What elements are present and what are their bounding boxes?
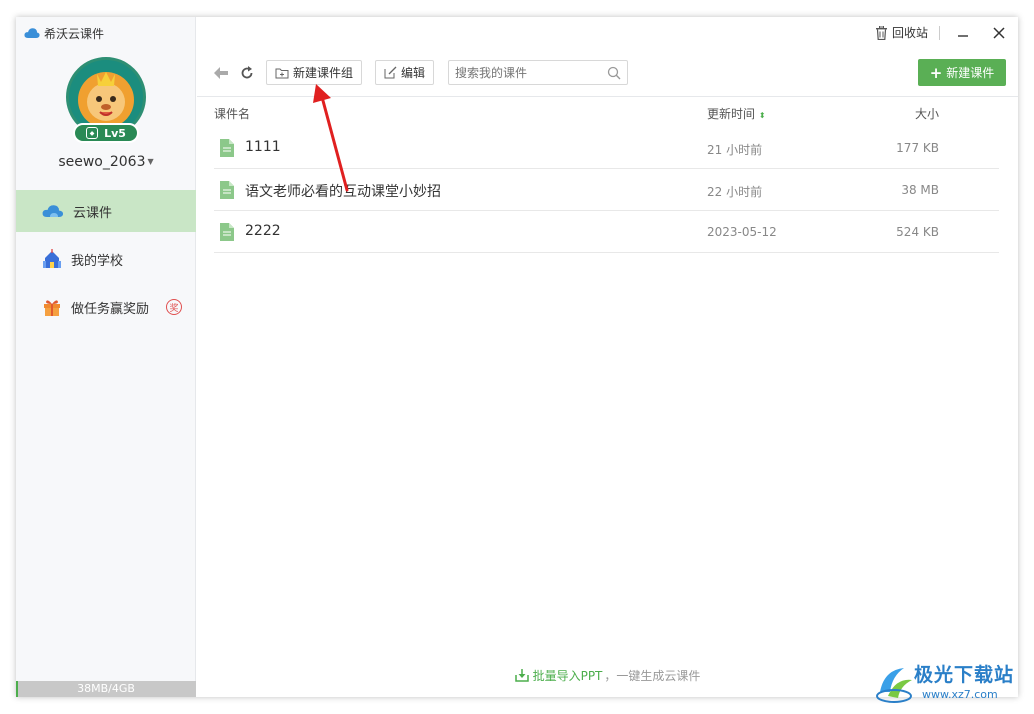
title-bar: 回收站 — [197, 17, 1018, 49]
row-size: 524 KB — [896, 225, 939, 239]
edit-button[interactable]: 编辑 — [375, 60, 435, 85]
sort-icon: ⬍ — [758, 111, 766, 120]
column-header-time-label: 更新时间 — [707, 107, 756, 121]
back-button[interactable] — [212, 64, 230, 82]
batch-import-ppt-link[interactable]: 批量导入PPT — [533, 667, 603, 684]
title-separator — [939, 26, 940, 40]
close-button[interactable] — [988, 22, 1010, 44]
new-courseware-button[interactable]: + 新建课件 — [918, 59, 1006, 86]
search-box — [448, 60, 628, 85]
column-header-name[interactable]: 课件名 — [214, 105, 250, 122]
caret-down-icon: ▼ — [147, 157, 154, 166]
watermark-url: www.xz7.com — [922, 688, 998, 701]
arrow-left-icon — [214, 67, 228, 79]
plus-icon: + — [929, 63, 943, 82]
file-icon — [220, 223, 234, 241]
app-title-text: 希沃云课件 — [44, 26, 105, 41]
recycle-bin-label: 回收站 — [891, 26, 928, 40]
edit-icon — [384, 66, 397, 79]
row-name: 语文老师必看的互动课堂小妙招 — [245, 184, 441, 200]
minimize-icon — [958, 35, 968, 37]
row-size: 38 MB — [901, 183, 939, 197]
sidebar-item-label: 做任务赢奖励 — [71, 301, 150, 317]
watermark-title: 极光下载站 — [914, 664, 1015, 686]
table-header: 课件名 更新时间 ⬍ 大小 — [214, 97, 999, 127]
sidebar-item-cloud-courseware[interactable]: 云课件 — [16, 190, 196, 232]
app-title: 希沃云课件 — [24, 25, 104, 41]
courseware-table: 课件名 更新时间 ⬍ 大小 1111 21 小时前 177 KB 语文老师必看的… — [214, 97, 999, 253]
row-size: 177 KB — [896, 141, 939, 155]
storage-bar: 38MB/4GB — [16, 681, 196, 697]
row-time: 21 小时前 — [707, 143, 763, 157]
level-hex-icon: ◆ — [86, 127, 99, 139]
new-group-label: 新建课件组 — [293, 66, 354, 80]
school-icon — [43, 249, 61, 268]
sidebar-item-tasks-rewards[interactable]: 做任务赢奖励 奖 — [16, 286, 196, 328]
new-courseware-label: 新建课件 — [946, 66, 995, 80]
sidebar-item-label: 我的学校 — [71, 253, 124, 269]
cloud-logo-icon — [24, 28, 40, 38]
toolbar: 新建课件组 编辑 + 新建课件 — [197, 57, 1018, 97]
column-header-size[interactable]: 大小 — [915, 105, 939, 122]
app-window: 希沃云课件 ◆ Lv5 seewo_2063 ▼ 云课件 我的学校 做任务赢奖励… — [16, 17, 1018, 697]
sidebar: 希沃云课件 ◆ Lv5 seewo_2063 ▼ 云课件 我的学校 做任务赢奖励… — [16, 17, 196, 697]
storage-fill — [16, 681, 18, 697]
reward-badge: 奖 — [166, 299, 182, 315]
edit-label: 编辑 — [401, 66, 426, 80]
close-icon — [993, 27, 1005, 39]
search-input[interactable] — [449, 61, 599, 84]
row-name: 1111 — [245, 139, 281, 155]
file-icon — [220, 181, 234, 199]
refresh-icon — [241, 66, 253, 79]
recycle-bin-button[interactable]: 回收站 — [875, 24, 928, 41]
sidebar-item-my-school[interactable]: 我的学校 — [16, 238, 196, 280]
table-row[interactable]: 1111 21 小时前 177 KB — [214, 127, 999, 169]
username-dropdown[interactable]: seewo_2063 ▼ — [16, 154, 196, 170]
cloud-icon — [42, 205, 64, 217]
row-time: 22 小时前 — [707, 185, 763, 199]
storage-label: 38MB/4GB — [77, 682, 135, 695]
level-badge: ◆ Lv5 — [73, 123, 139, 143]
footer-hint: ，一键生成云课件 — [604, 668, 701, 683]
column-header-time[interactable]: 更新时间 ⬍ — [707, 105, 766, 122]
row-name: 2222 — [245, 223, 281, 239]
refresh-button[interactable] — [238, 64, 256, 82]
new-group-button[interactable]: 新建课件组 — [266, 60, 363, 85]
watermark-logo: 极光下载站 www.xz7.com — [874, 660, 1034, 710]
level-text: Lv5 — [104, 126, 126, 140]
search-icon[interactable] — [607, 66, 621, 80]
file-icon — [220, 139, 234, 157]
aurora-logo-icon — [876, 668, 912, 703]
table-row[interactable]: 2222 2023-05-12 524 KB — [214, 211, 999, 253]
table-row[interactable]: 语文老师必看的互动课堂小妙招 22 小时前 38 MB — [214, 169, 999, 211]
folder-add-icon — [275, 68, 289, 78]
sidebar-item-label: 云课件 — [73, 205, 113, 221]
import-icon[interactable] — [514, 668, 529, 682]
row-time: 2023-05-12 — [707, 225, 777, 239]
trash-icon — [875, 25, 887, 40]
gift-icon — [44, 300, 60, 316]
username-text: seewo_2063 — [58, 154, 146, 170]
minimize-button[interactable] — [952, 22, 974, 44]
